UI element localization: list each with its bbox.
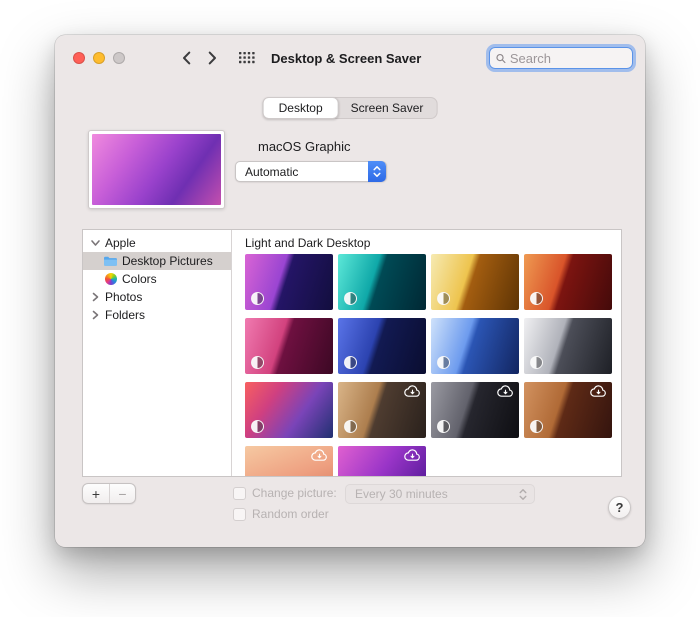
change-picture-row: Change picture:	[233, 486, 337, 500]
wallpaper-thumbnail-teal-graphic[interactable]	[338, 254, 426, 310]
wallpaper-thumbnail-silver-graphic[interactable]	[524, 318, 612, 374]
wallpaper-thumbnail-orange-graphic[interactable]	[524, 254, 612, 310]
wallpaper-name: macOS Graphic	[258, 139, 350, 154]
window-title: Desktop & Screen Saver	[271, 51, 421, 66]
random-order-checkbox[interactable]	[233, 508, 246, 521]
interval-value: Every 30 minutes	[355, 487, 448, 501]
wallpaper-thumbnail-dark-mountains[interactable]	[431, 382, 519, 438]
search-field[interactable]	[489, 47, 633, 69]
wallpaper-thumbnail-yellow-graphic[interactable]	[431, 254, 519, 310]
dynamic-desktop-icon	[251, 292, 264, 305]
wallpaper-grid	[245, 254, 610, 476]
icloud-download-icon	[497, 385, 514, 398]
dynamic-desktop-icon	[437, 292, 450, 305]
tab-desktop[interactable]: Desktop	[263, 97, 339, 119]
icloud-download-icon	[311, 449, 328, 462]
sidebar-item-label: Colors	[122, 272, 157, 286]
dynamic-desktop-icon	[437, 356, 450, 369]
disclosure-chevron-icon[interactable]	[89, 292, 102, 302]
dynamic-desktop-icon	[251, 356, 264, 369]
close-button[interactable]	[73, 52, 85, 64]
dynamic-desktop-icon	[344, 420, 357, 433]
random-order-label: Random order	[252, 507, 329, 521]
dynamic-desktop-icon	[530, 420, 543, 433]
preferences-window: Desktop & Screen Saver Desktop Screen Sa…	[55, 35, 645, 547]
change-picture-checkbox[interactable]	[233, 487, 246, 500]
preview-image	[92, 134, 221, 205]
interval-select[interactable]: Every 30 minutes	[345, 484, 535, 504]
add-folder-button[interactable]: +	[83, 484, 109, 503]
current-wallpaper-preview	[88, 130, 225, 209]
chevron-left-icon	[182, 51, 191, 65]
chevron-right-icon	[208, 51, 217, 65]
sidebar-item-desktop-pictures[interactable]: Desktop Pictures	[83, 252, 231, 270]
wallpaper-browser: Light and Dark Desktop	[232, 230, 621, 476]
disclosure-chevron-icon[interactable]	[89, 310, 102, 320]
icloud-download-icon	[590, 385, 607, 398]
sidebar-item-label: Desktop Pictures	[122, 254, 213, 268]
search-icon	[496, 53, 506, 64]
wallpaper-thumbnail-pink-graphic[interactable]	[245, 318, 333, 374]
wallpaper-thumbnail-desert-light[interactable]	[338, 382, 426, 438]
search-input[interactable]	[510, 51, 626, 66]
tab-screen-saver[interactable]: Screen Saver	[338, 98, 437, 118]
remove-folder-button[interactable]: −	[109, 484, 135, 503]
sidebar-item-apple[interactable]: Apple	[83, 234, 231, 252]
sidebar-item-label: Photos	[105, 290, 142, 304]
color-wheel-icon	[102, 273, 119, 285]
wallpaper-thumbnail-beach-sunset[interactable]	[245, 446, 333, 476]
sidebar-item-colors[interactable]: Colors	[83, 270, 231, 288]
dynamic-desktop-icon	[251, 420, 264, 433]
sidebar-item-label: Apple	[105, 236, 136, 250]
main-panel: Apple Desktop Pictures Colors Photos Folders…	[82, 229, 622, 477]
wallpaper-thumbnail-light-blue-graphic[interactable]	[431, 318, 519, 374]
icloud-download-icon	[404, 449, 421, 462]
show-all-button[interactable]	[233, 45, 261, 71]
titlebar: Desktop & Screen Saver	[55, 35, 645, 81]
appearance-mode-value: Automatic	[245, 165, 298, 179]
help-button[interactable]: ?	[608, 496, 631, 519]
back-button[interactable]	[173, 45, 199, 71]
sidebar-item-photos[interactable]: Photos	[83, 288, 231, 306]
folder-icon	[102, 255, 119, 267]
dynamic-desktop-icon	[530, 356, 543, 369]
dynamic-desktop-icon	[437, 420, 450, 433]
dynamic-desktop-icon	[530, 292, 543, 305]
add-remove-control: + −	[82, 483, 136, 504]
appearance-mode-select[interactable]: Automatic	[235, 161, 387, 182]
wallpaper-thumbnail-blue-graphic[interactable]	[338, 318, 426, 374]
up-down-chevrons-icon	[373, 165, 381, 178]
interval-chevrons-icon	[519, 488, 527, 501]
dynamic-desktop-icon	[344, 292, 357, 305]
grid-icon	[239, 52, 255, 64]
sidebar-list: Apple Desktop Pictures Colors Photos Folders	[83, 230, 232, 476]
wallpaper-thumbnail-red-rock-desert[interactable]	[524, 382, 612, 438]
zoom-button	[113, 52, 125, 64]
wallpaper-thumbnail-purple-abstract[interactable]	[338, 446, 426, 476]
wallpaper-thumbnail-monterey-graphic[interactable]	[245, 254, 333, 310]
forward-button[interactable]	[199, 45, 225, 71]
disclosure-chevron-icon[interactable]	[89, 238, 102, 248]
change-picture-label: Change picture:	[252, 486, 337, 500]
minimize-button[interactable]	[93, 52, 105, 64]
dynamic-desktop-icon	[344, 356, 357, 369]
popup-stepper	[368, 161, 386, 182]
sidebar-item-folders[interactable]: Folders	[83, 306, 231, 324]
tab-bar: Desktop Screen Saver	[263, 97, 438, 119]
section-title: Light and Dark Desktop	[232, 230, 621, 250]
traffic-lights	[73, 52, 125, 64]
sidebar-item-label: Folders	[105, 308, 145, 322]
wallpaper-thumbnail-big-sur-graphic[interactable]	[245, 382, 333, 438]
random-order-row: Random order	[233, 507, 329, 521]
icloud-download-icon	[404, 385, 421, 398]
